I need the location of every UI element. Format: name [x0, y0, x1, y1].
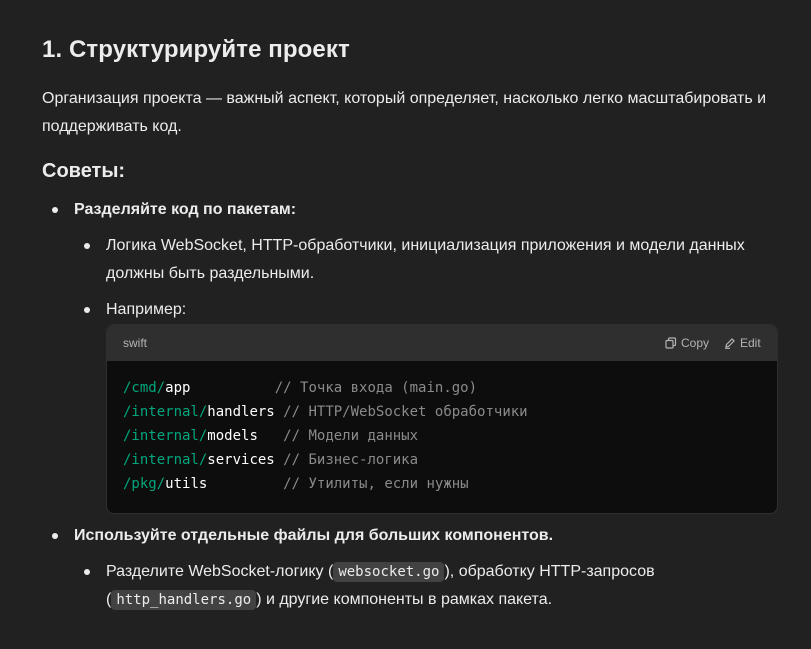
code-line: /internal/handlers // HTTP/WebSocket обр…	[123, 400, 761, 424]
bullet-logic-separate: Логика WebSocket, HTTP-обработчики, иниц…	[106, 237, 745, 282]
code-pad	[275, 404, 283, 420]
code-pad	[275, 452, 283, 468]
code-block-header: swift Copy Edit	[107, 325, 777, 361]
code-name: handlers	[207, 404, 275, 420]
bullet-example: Например:	[106, 301, 187, 318]
bullet-dot	[52, 207, 58, 213]
code-pad	[190, 380, 274, 396]
bullet-dot	[84, 307, 90, 313]
code-body: /cmd/app // Точка входа (main.go)/intern…	[107, 361, 777, 511]
code-block: swift Copy Edit /cmd/app // Точка входа …	[106, 324, 778, 514]
split-text-4: ) и другие компоненты в рамках пакета.	[256, 591, 553, 608]
code-line: /internal/services // Бизнес-логика	[123, 448, 761, 472]
code-comment: // HTTP/WebSocket обработчики	[283, 404, 528, 420]
code-comment: // Бизнес-логика	[283, 452, 419, 468]
intro-paragraph: Организация проекта — важный аспект, кот…	[42, 90, 767, 135]
code-comment: // Модели данных	[283, 428, 419, 444]
copy-button[interactable]: Copy	[665, 336, 709, 350]
bullet-separate-files: Используйте отдельные файлы для больших …	[74, 527, 554, 544]
code-path: /internal/	[123, 404, 208, 420]
code-name: utils	[165, 476, 208, 492]
code-language-label: swift	[123, 336, 147, 350]
bullet-dot	[84, 243, 90, 249]
edit-label: Edit	[740, 336, 761, 350]
edit-icon	[725, 338, 735, 349]
bullet-split-files: Разделите WebSocket-логику (websocket.go…	[106, 558, 776, 614]
code-path: /internal/	[123, 428, 208, 444]
code-pad	[207, 476, 283, 492]
code-line: /internal/models // Модели данных	[123, 424, 761, 448]
code-comment: // Утилиты, если нужны	[283, 476, 469, 492]
code-comment: // Точка входа (main.go)	[274, 380, 478, 396]
copy-icon	[665, 337, 677, 349]
copy-label: Copy	[681, 336, 710, 350]
code-line: /cmd/app // Точка входа (main.go)	[123, 376, 761, 400]
split-text-1: Разделите WebSocket-логику (	[106, 563, 334, 580]
code-name: services	[207, 452, 275, 468]
edit-button[interactable]: Edit	[724, 336, 761, 350]
code-path: /pkg/	[123, 476, 166, 492]
code-pad	[258, 428, 283, 444]
inline-code-http-handlers: http_handlers.go	[111, 590, 257, 610]
split-text-2: ), обработку HTTP-запросов	[444, 563, 655, 580]
bullet-dot	[52, 533, 58, 539]
code-name: models	[207, 428, 258, 444]
code-path: /cmd/	[123, 380, 166, 396]
tips-heading: Советы:	[42, 160, 126, 182]
bullet-split-packages: Разделяйте код по пакетам:	[74, 201, 297, 218]
inline-code-websocket: websocket.go	[333, 562, 445, 582]
code-line: /pkg/utils // Утилиты, если нужны	[123, 472, 761, 496]
code-name: app	[165, 380, 191, 396]
bullet-dot	[84, 569, 90, 575]
section-heading: 1. Структурируйте проект	[42, 36, 350, 63]
code-path: /internal/	[123, 452, 208, 468]
